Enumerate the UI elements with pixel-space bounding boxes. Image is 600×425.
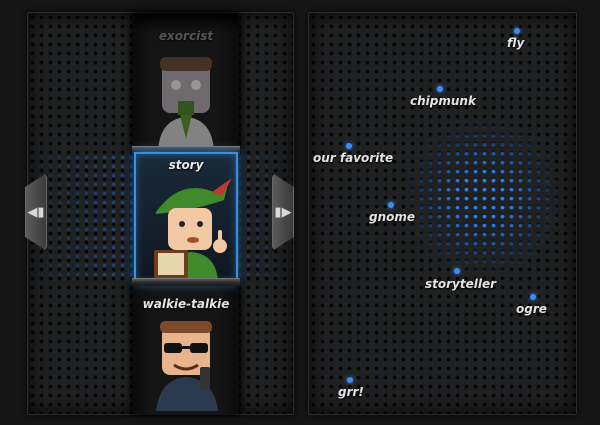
sound-carousel-panel: exorcist story walkie-talkie (27, 12, 294, 415)
sound-card-story[interactable]: story (134, 152, 238, 283)
word-marker-dot (388, 202, 394, 208)
word-our-favorite[interactable]: our favorite (313, 151, 393, 165)
word-storyteller[interactable]: storyteller (425, 277, 496, 291)
strip-top-shadow (134, 13, 238, 33)
robin-hood-storyteller-icon (154, 178, 232, 281)
word-marker-dot (347, 377, 353, 383)
word-gnome[interactable]: gnome (369, 210, 415, 224)
card-divider (132, 278, 240, 286)
word-grr[interactable]: grr! (338, 385, 364, 399)
word-marker-dot (530, 294, 536, 300)
word-fly[interactable]: fly (507, 36, 524, 50)
word-marker-dot (346, 143, 352, 149)
sound-card-walkie-talkie[interactable]: walkie-talkie (134, 293, 238, 411)
word-marker-dot (437, 86, 443, 92)
next-icon: ▮▶ (274, 204, 292, 220)
sunglasses-character-icon (156, 321, 218, 411)
word-marker-dot (454, 268, 460, 274)
sound-card-exorcist[interactable]: exorcist (134, 27, 238, 151)
word-ogre[interactable]: ogre (516, 302, 547, 316)
active-word-glow (399, 113, 569, 283)
word-chipmunk[interactable]: chipmunk (410, 94, 476, 108)
previous-icon: ◀▮ (27, 204, 45, 220)
word-cloud-panel: fly chipmunk our favorite gnome storytel… (308, 12, 577, 415)
word-marker-dot (514, 28, 520, 34)
zombie-character-icon (158, 57, 214, 151)
